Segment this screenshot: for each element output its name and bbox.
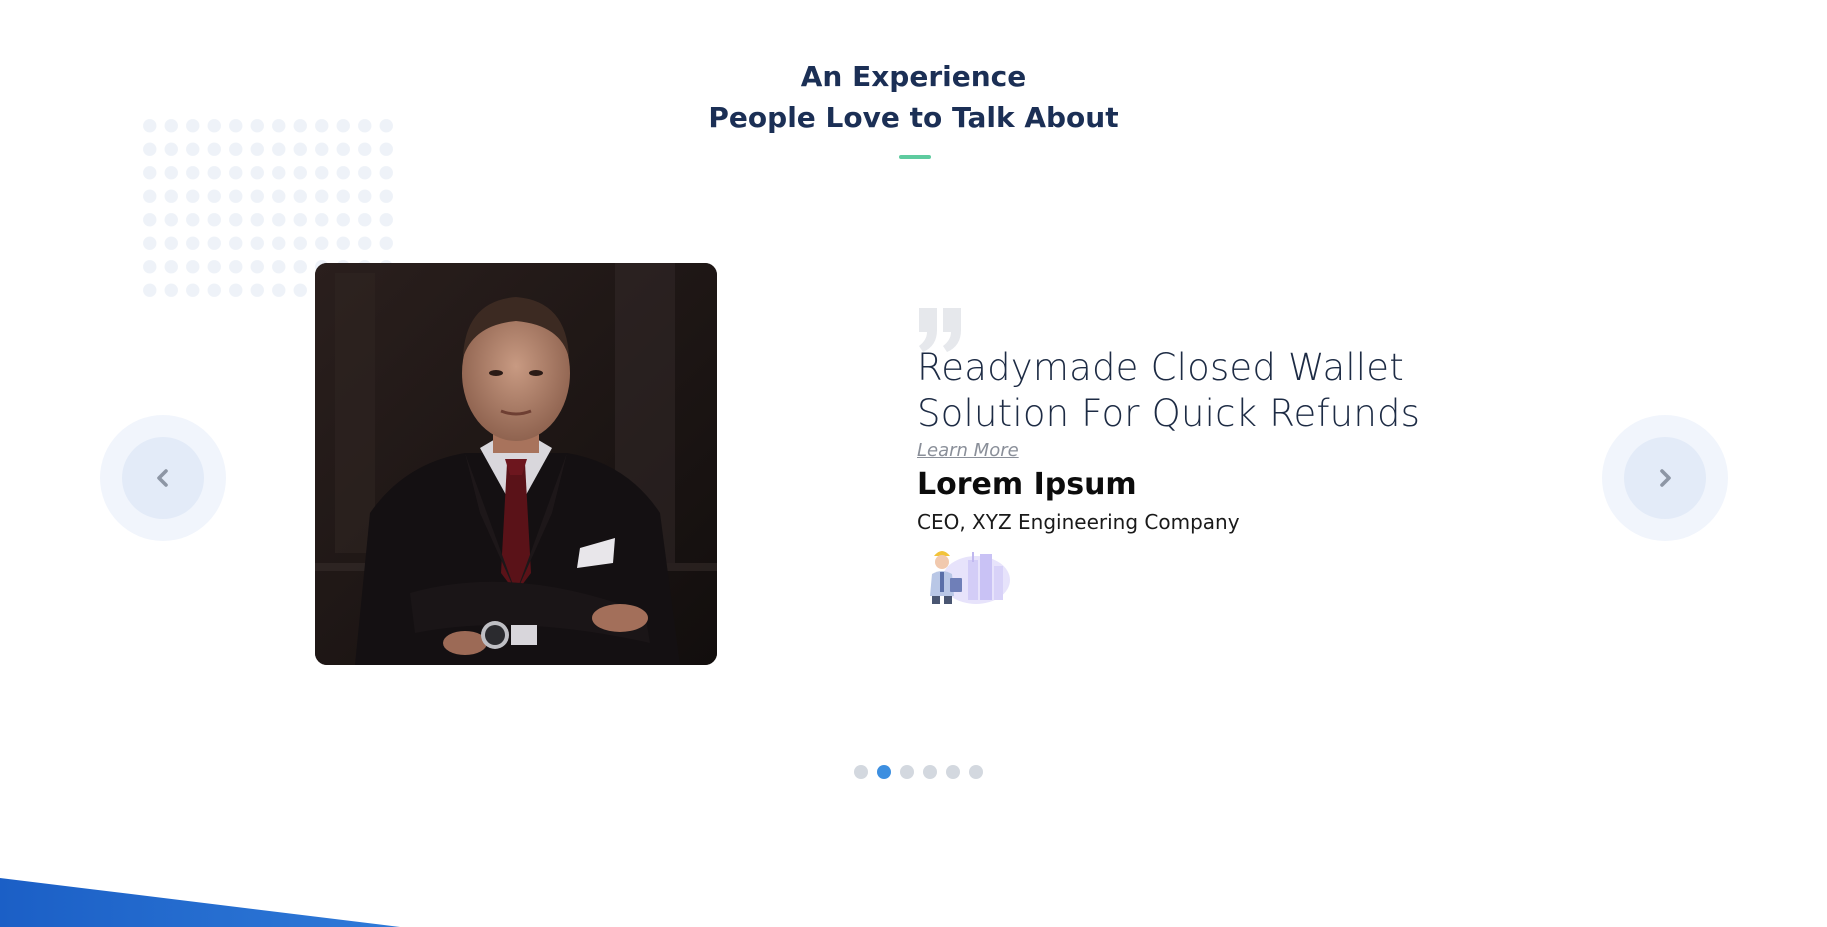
carousel-dot[interactable] (969, 765, 983, 779)
carousel-dot[interactable] (946, 765, 960, 779)
carousel-pagination (854, 765, 983, 779)
person-role: CEO, XYZ Engineering Company (917, 510, 1240, 534)
carousel-prev-button[interactable] (100, 415, 226, 541)
carousel-dot[interactable] (900, 765, 914, 779)
chevron-right-icon (1660, 469, 1671, 487)
carousel-dot[interactable] (877, 765, 891, 779)
chevron-left-icon (157, 469, 168, 487)
carousel-prev-inner[interactable] (122, 437, 204, 519)
testimonial-photo (315, 263, 717, 665)
person-name: Lorem Ipsum (917, 467, 1137, 502)
section-title-line1: An Experience (800, 60, 1027, 93)
learn-more-link[interactable]: Learn More (917, 440, 1019, 461)
carousel-next-button[interactable] (1602, 415, 1728, 541)
section-heading: An Experience People Love to Talk About (0, 56, 1827, 138)
heading-underline (899, 155, 931, 159)
carousel-dot[interactable] (923, 765, 937, 779)
section-title-line2: People Love to Talk About (708, 101, 1119, 134)
carousel-dot[interactable] (854, 765, 868, 779)
carousel-next-inner[interactable] (1624, 437, 1706, 519)
quote-line1: Readymade Closed Wallet (917, 346, 1404, 389)
testimonial-quote: Readymade Closed Wallet Solution For Qui… (917, 345, 1537, 437)
person-portrait-image (315, 263, 717, 665)
quote-line2: Solution For Quick Refunds (917, 392, 1421, 435)
testimonial-section: An Experience People Love to Talk About (0, 0, 1827, 927)
engineer-illustration-icon (930, 551, 1010, 604)
bottom-wedge-decoration (0, 878, 400, 927)
